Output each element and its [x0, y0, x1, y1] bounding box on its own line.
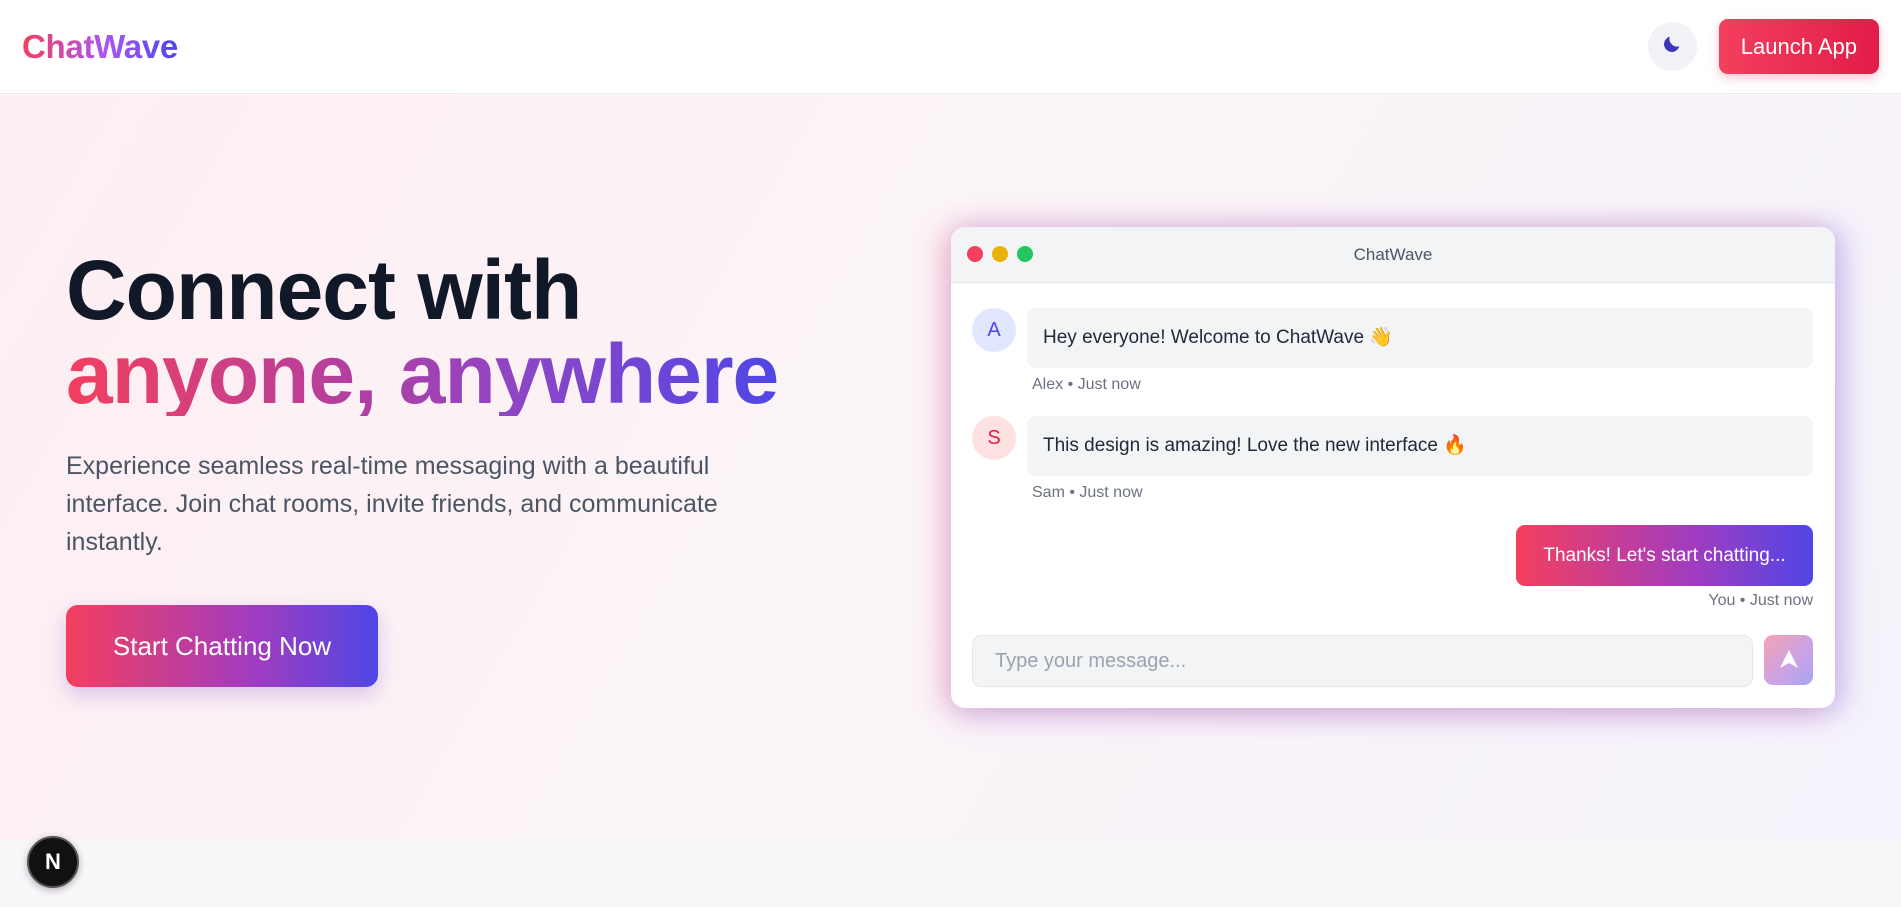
nextjs-badge[interactable]: N	[27, 836, 79, 888]
launch-app-button[interactable]: Launch App	[1718, 19, 1879, 74]
hero-title-line2: anyone, anywhere	[66, 327, 779, 421]
own-message-bubble: Thanks! Let's start chatting...	[1516, 525, 1813, 586]
message-bubble: This design is amazing! Love the new int…	[1027, 416, 1813, 476]
header-actions: Launch App	[1647, 19, 1879, 74]
window-title: ChatWave	[1353, 245, 1433, 264]
start-chatting-button[interactable]: Start Chatting Now	[66, 605, 378, 687]
next-section	[0, 840, 1901, 907]
theme-toggle-button[interactable]	[1647, 22, 1697, 71]
hero-title: Connect with anyone, anywhere	[66, 248, 779, 421]
logo[interactable]: ChatWave	[22, 28, 178, 66]
chat-preview-window: ChatWave A Hey everyone! Welcome to Chat…	[951, 227, 1835, 708]
send-icon	[1777, 647, 1801, 674]
message-input[interactable]	[972, 635, 1753, 687]
avatar: S	[972, 416, 1016, 460]
own-message-meta: You • Just now	[1708, 592, 1813, 609]
message-meta: Alex • Just now	[1032, 376, 1141, 393]
message-meta: Sam • Just now	[1032, 484, 1143, 501]
site-header: ChatWave Launch App	[0, 0, 1901, 94]
moon-icon	[1661, 33, 1683, 60]
send-button[interactable]	[1764, 635, 1813, 685]
hero-title-line1: Connect with	[66, 243, 582, 337]
hero-description: Experience seamless real-time messaging …	[66, 452, 718, 556]
window-titlebar: ChatWave	[951, 227, 1835, 283]
message-bubble: Hey everyone! Welcome to ChatWave 👋	[1027, 308, 1813, 368]
avatar: A	[972, 308, 1016, 352]
